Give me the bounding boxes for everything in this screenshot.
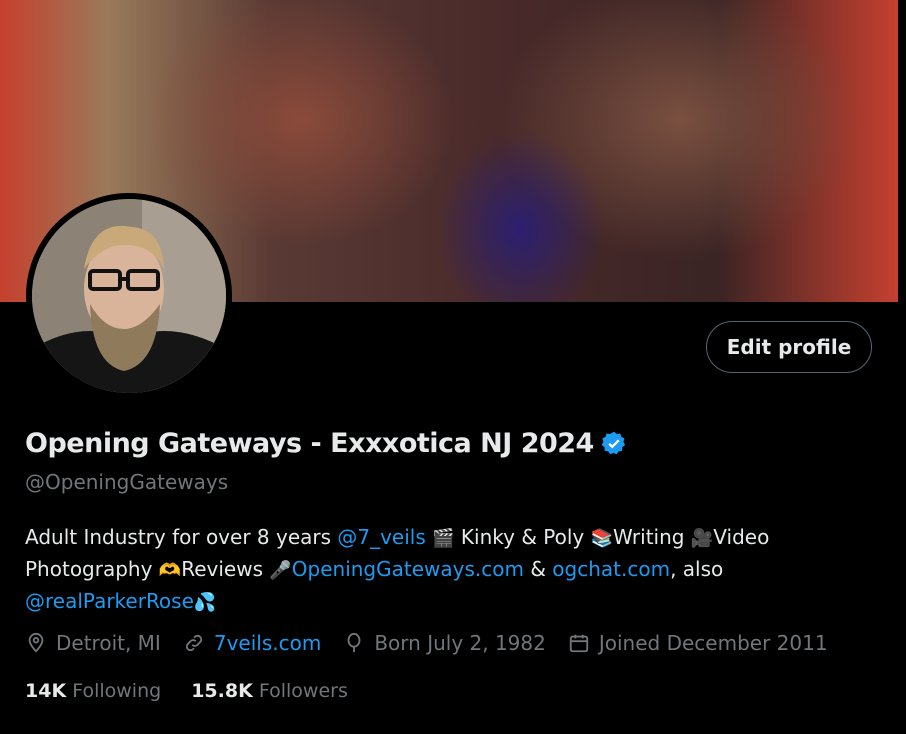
heart-hands-emoji-icon: 🫶 <box>158 560 182 581</box>
clapperboard-emoji-icon: 🎬 <box>432 528 455 549</box>
bio-mention-7veils[interactable]: @7_veils <box>337 525 425 549</box>
bio-link-ogchat[interactable]: ogchat.com <box>552 557 670 581</box>
joined-text: Joined December 2011 <box>598 631 828 655</box>
movie-camera-emoji-icon: 🎥 <box>690 528 714 549</box>
follow-stats: 14K Following 15.8K Followers <box>25 680 378 702</box>
display-name-row: Opening Gateways - Exxxotica NJ 2024 <box>25 428 628 459</box>
avatar-portrait-graphic <box>32 199 226 393</box>
following-label: Following <box>66 680 162 702</box>
bio-link-openinggateways[interactable]: OpeningGateways.com <box>292 557 524 581</box>
bio-text: Writing <box>613 525 691 549</box>
microphone-emoji-icon: 🎤 <box>269 560 292 581</box>
display-name: Opening Gateways - Exxxotica NJ 2024 <box>25 428 594 459</box>
bio-text: Kinky & Poly <box>454 525 591 549</box>
balloon-icon <box>347 632 361 653</box>
following-link[interactable]: 14K Following <box>25 680 161 702</box>
joined-item: Joined December 2011 <box>568 631 828 655</box>
profile-meta-row: Detroit, MI 7veils.com Born July 2, 1982… <box>25 631 850 655</box>
followers-link[interactable]: 15.8K Followers <box>191 680 348 702</box>
followers-count: 15.8K <box>191 680 253 702</box>
location-text: Detroit, MI <box>56 631 161 655</box>
scrollbar-gutter <box>898 0 906 302</box>
website-link[interactable]: 7veils.com <box>214 631 321 655</box>
birthday-item: Born July 2, 1982 <box>343 631 546 655</box>
verified-badge-icon[interactable] <box>600 430 628 458</box>
website-item: 7veils.com <box>183 631 321 655</box>
profile-bio: Adult Industry for over 8 years @7_veils… <box>25 522 885 618</box>
bio-text: Adult Industry for over 8 years <box>25 525 338 549</box>
following-count: 14K <box>25 680 67 702</box>
bio-text: Reviews <box>181 557 270 581</box>
calendar-icon <box>569 634 589 653</box>
books-emoji-icon: 📚 <box>590 528 614 549</box>
location-icon <box>28 632 44 653</box>
avatar-photo <box>32 199 226 393</box>
profile-avatar[interactable] <box>26 193 232 399</box>
birthday-text: Born July 2, 1982 <box>374 631 546 655</box>
bio-mention-realparkerrose[interactable]: @realParkerRose <box>25 589 194 613</box>
followers-label: Followers <box>252 680 348 702</box>
sweat-droplets-emoji-icon: 💦 <box>193 592 217 613</box>
user-handle: @OpeningGateways <box>25 470 229 494</box>
bio-text: & <box>523 557 553 581</box>
edit-profile-button[interactable]: Edit profile <box>706 321 872 373</box>
location-item: Detroit, MI <box>25 631 161 655</box>
bio-text: , also <box>670 557 724 581</box>
link-icon <box>185 634 202 652</box>
